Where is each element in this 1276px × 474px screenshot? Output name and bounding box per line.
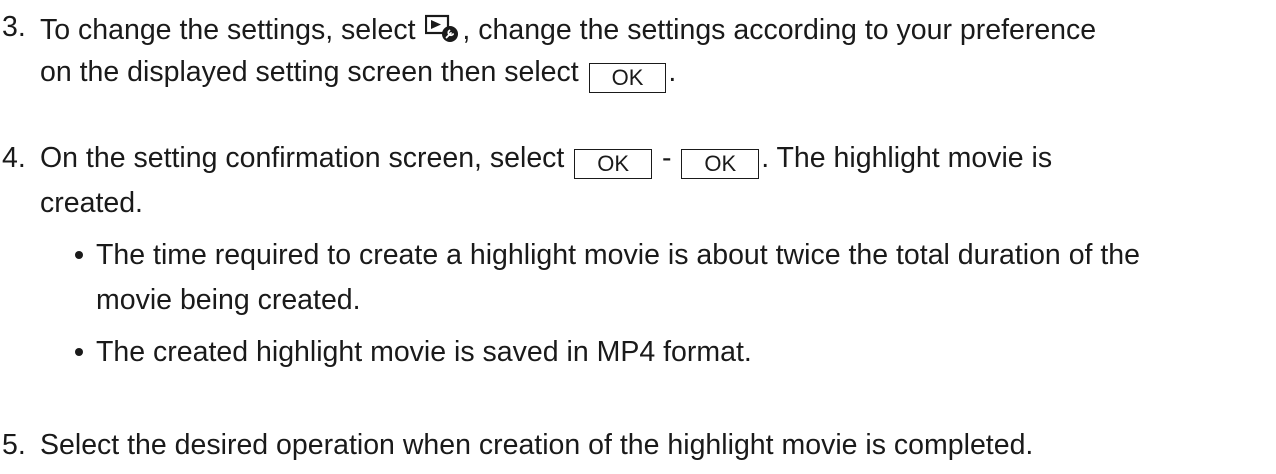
step-5-number: 5. [2,429,26,461]
bullet-1-line-1: The time required to create a highlight … [96,239,1141,271]
ok-button[interactable]: OK [574,149,653,179]
step-4-text-after-ok: . The highlight movie is [761,142,1053,174]
step-4-line-2: created. [40,187,143,219]
step-4-number: 4. [2,142,26,174]
step-3-number: 3. [2,11,26,43]
step-3-text-after-ok: . [668,56,677,88]
ok-button[interactable]: OK [681,149,760,179]
step-3-text-before-icon: To change the settings, select [40,14,424,46]
step-4-line-1: On the setting confirmation screen, sele… [40,144,1052,179]
ok-button[interactable]: OK [588,63,667,93]
step-3-line-2: on the displayed setting screen then sel… [40,58,676,93]
bullet-1-line-2: movie being created. [96,284,361,316]
step-4-text-before-ok: On the setting confirmation screen, sele… [40,142,573,174]
bullet-2-line-1: The created highlight movie is saved in … [96,336,752,368]
step-4-separator: - [654,142,680,174]
bullet-marker [75,251,83,259]
step-3-text-after-icon: , change the settings according to your … [462,14,1097,46]
bullet-marker [75,348,83,356]
step-3-text-before-ok: on the displayed setting screen then sel… [40,56,587,88]
page: { "step3": { "number": "3.", "line1_befo… [0,0,1276,474]
step-5-text: Select the desired operation when creati… [40,429,1034,461]
step-3-line-1: To change the settings, select , change … [40,13,1096,49]
playback-settings-icon [425,13,461,49]
